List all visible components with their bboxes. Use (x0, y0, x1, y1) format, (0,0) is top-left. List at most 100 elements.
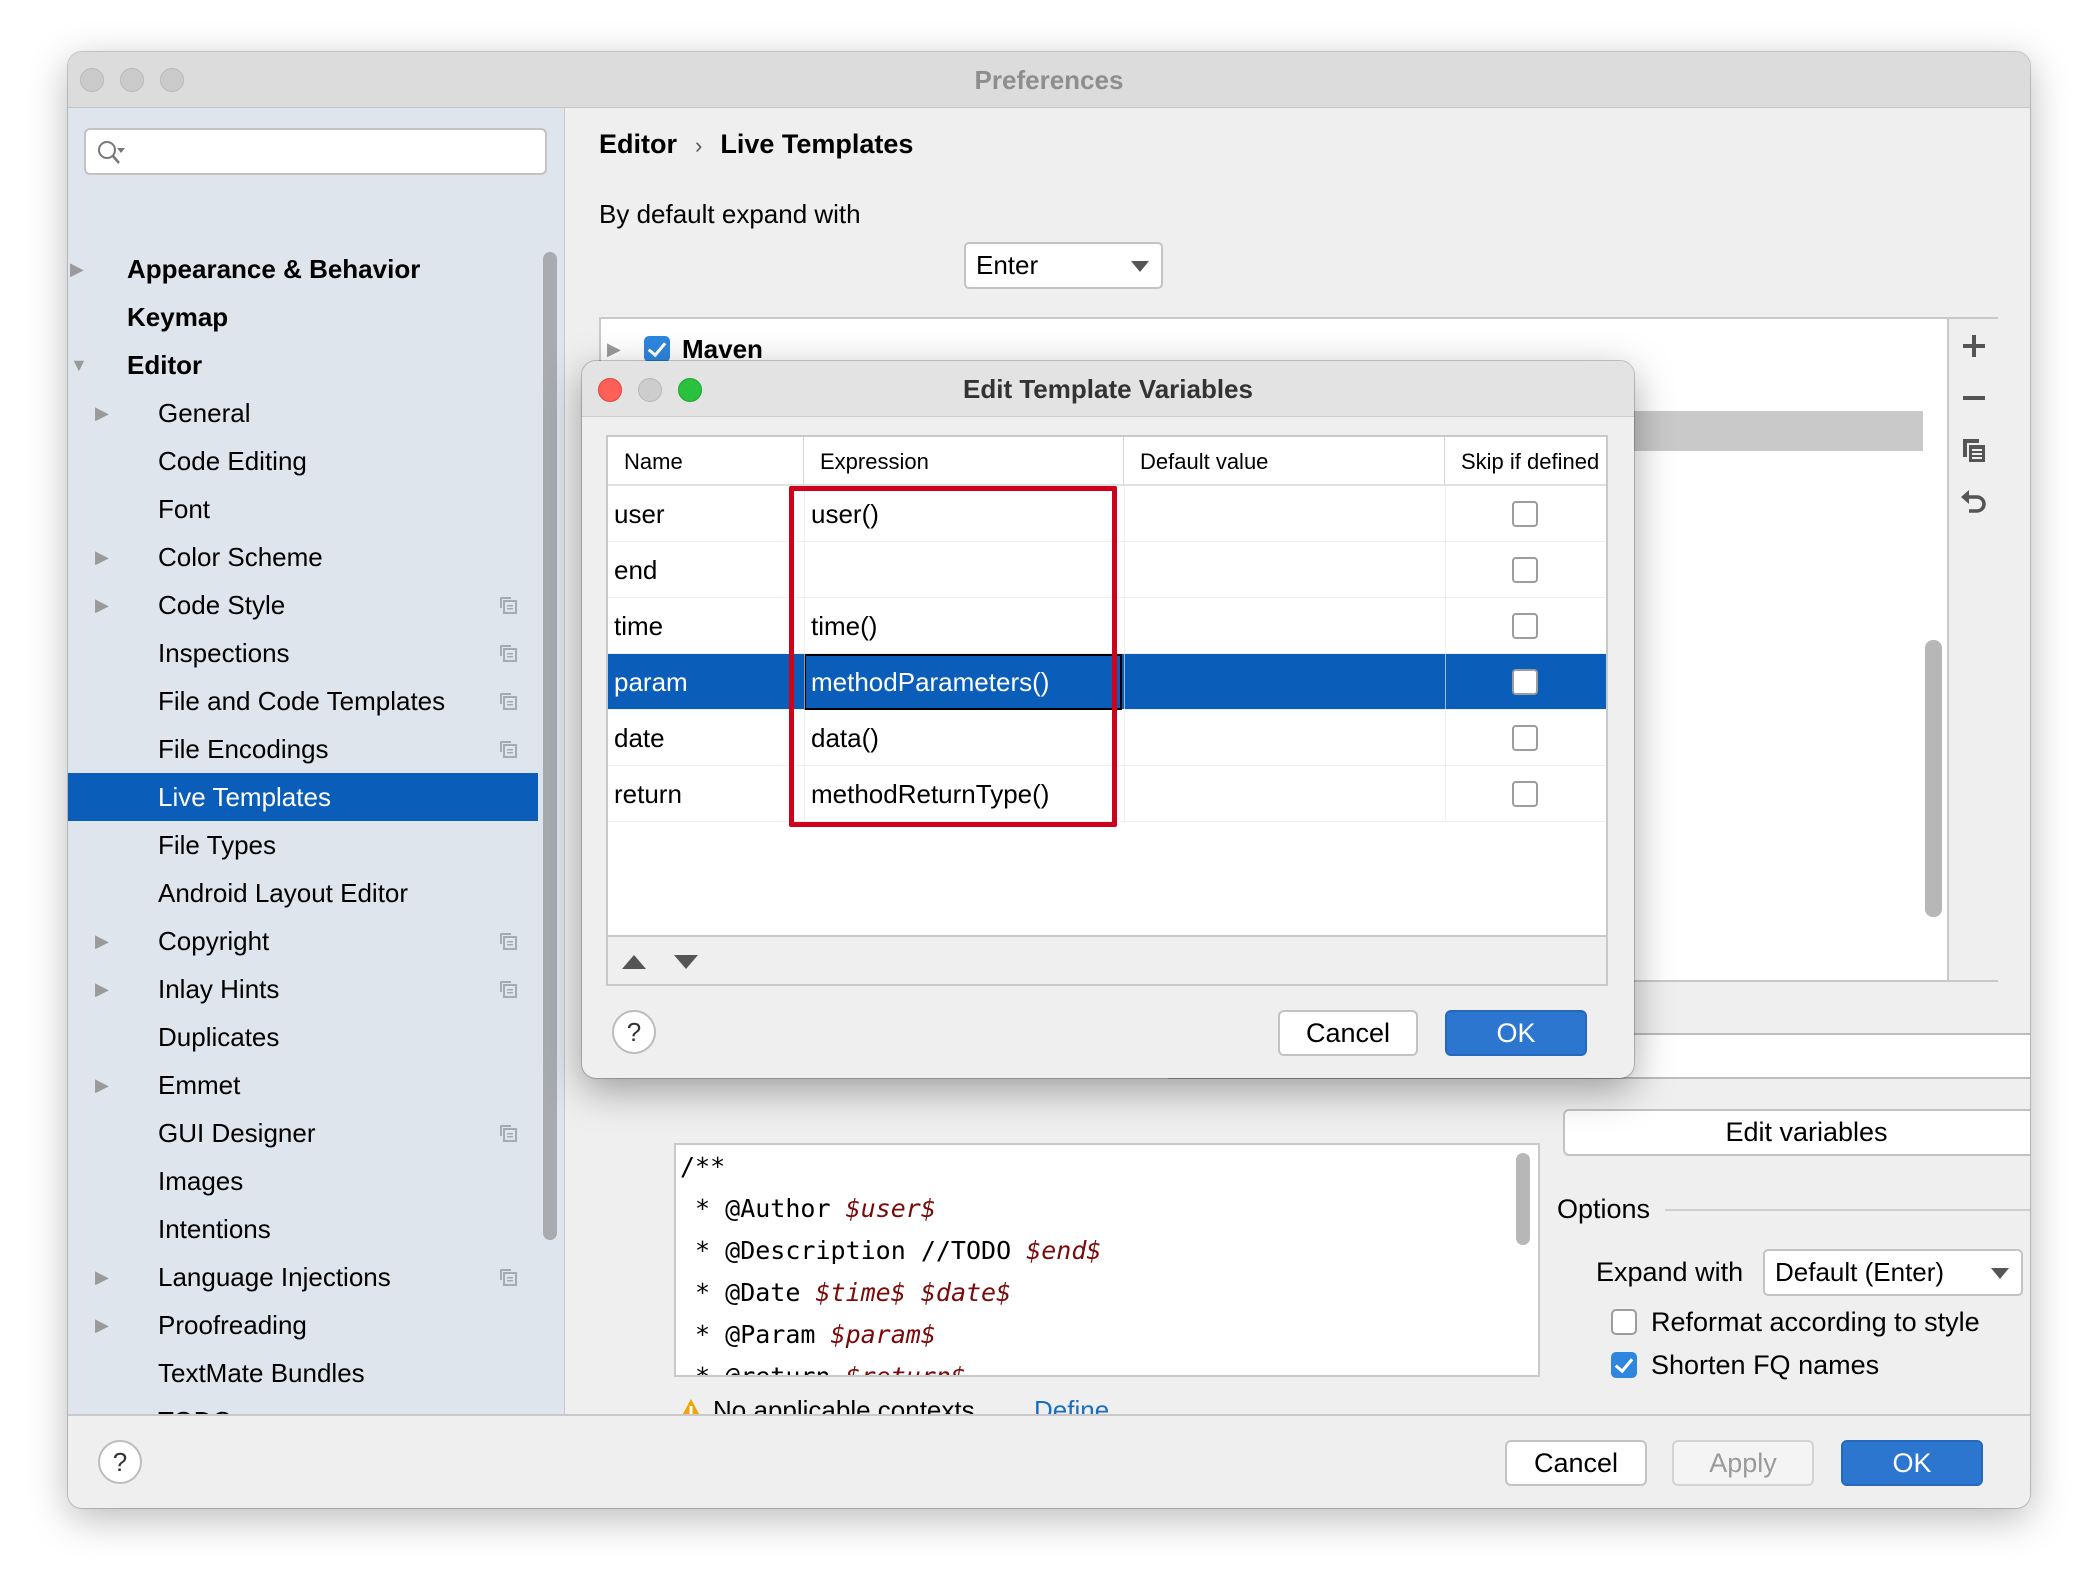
default-expand-dropdown[interactable]: Enter (964, 242, 1163, 289)
sidebar-item-file-types[interactable]: File Types (68, 821, 538, 869)
expand-right-icon[interactable]: ▶ (95, 917, 109, 965)
ok-button[interactable]: OK (1841, 1440, 1983, 1486)
expand-right-icon[interactable]: ▶ (95, 389, 109, 437)
sidebar-item-inspections[interactable]: Inspections (68, 629, 538, 677)
column-header-expression[interactable]: Expression (804, 437, 1124, 486)
skip-if-defined-checkbox[interactable] (1512, 781, 1538, 807)
variable-name-cell[interactable]: end (614, 542, 657, 598)
template-group-checkbox[interactable] (644, 336, 670, 362)
variable-name-cell[interactable]: time (614, 598, 663, 654)
sidebar-item-font[interactable]: Font (68, 485, 538, 533)
sidebar-item-proofreading[interactable]: ▶ Proofreading (68, 1301, 538, 1349)
expand-down-icon[interactable]: ▼ (70, 341, 88, 389)
cancel-button[interactable]: Cancel (1505, 1440, 1647, 1486)
variable-name-cell[interactable]: user (614, 486, 665, 542)
project-level-icon (500, 693, 517, 710)
sidebar-item-code-editing[interactable]: Code Editing (68, 437, 538, 485)
add-icon[interactable] (1957, 329, 1991, 363)
sidebar-item-label: TODO (158, 1397, 233, 1414)
skip-if-defined-checkbox[interactable] (1512, 501, 1538, 527)
column-divider (1445, 710, 1446, 766)
expand-right-icon[interactable]: ▶ (70, 245, 84, 293)
sidebar-item-keymap[interactable]: Keymap (68, 293, 538, 341)
project-level-icon (500, 597, 517, 614)
template-text-editor[interactable]: /** * @Author $user$ * @Description //TO… (674, 1143, 1540, 1377)
settings-sidebar: ▶ Appearance & Behavior Keymap ▼ Editor ▶ Gene… (68, 108, 565, 1414)
sidebar-item-label: File and Code Templates (158, 686, 446, 716)
expand-right-icon[interactable]: ▶ (95, 1301, 109, 1349)
breadcrumb-live-templates: Live Templates (720, 129, 914, 159)
column-header-default-value[interactable]: Default value (1124, 437, 1445, 486)
sidebar-item-label: File Types (158, 830, 277, 860)
variable-row-time[interactable]: time time() (608, 598, 1606, 654)
sidebar-item-todo[interactable]: TODO (68, 1397, 538, 1414)
variable-row-param[interactable]: param methodParameters() (608, 654, 1606, 710)
sidebar-item-live-templates[interactable]: Live Templates (68, 773, 538, 821)
skip-if-defined-checkbox[interactable] (1512, 557, 1538, 583)
sidebar-item-textmate-bundles[interactable]: TextMate Bundles (68, 1349, 538, 1397)
sidebar-item-appearance-behavior[interactable]: ▶ Appearance & Behavior (68, 245, 538, 293)
skip-if-defined-checkbox[interactable] (1512, 613, 1538, 639)
expand-right-icon[interactable]: ▶ (95, 581, 109, 629)
variable-row-end[interactable]: end (608, 542, 1606, 598)
sidebar-item-code-style[interactable]: ▶ Code Style (68, 581, 538, 629)
sidebar-item-gui-designer[interactable]: GUI Designer (68, 1109, 538, 1157)
sidebar-item-duplicates[interactable]: Duplicates (68, 1013, 538, 1061)
column-divider (804, 766, 805, 822)
variable-expression-cell[interactable]: data() (811, 710, 879, 766)
copy-icon[interactable] (1957, 433, 1991, 467)
undo-icon[interactable] (1957, 485, 1991, 519)
dialog-cancel-button[interactable]: Cancel (1278, 1010, 1418, 1056)
dialog-ok-button[interactable]: OK (1445, 1010, 1587, 1056)
variable-expression-cell[interactable]: methodReturnType() (811, 766, 1049, 822)
template-list-scrollbar[interactable] (1925, 640, 1942, 917)
sidebar-item-editor[interactable]: ▼ Editor (68, 341, 538, 389)
sidebar-item-images[interactable]: Images (68, 1157, 538, 1205)
variable-row-user[interactable]: user user() (608, 486, 1606, 542)
sidebar-item-android-layout-editor[interactable]: Android Layout Editor (68, 869, 538, 917)
expand-right-icon[interactable]: ▶ (95, 965, 109, 1013)
sidebar-item-general[interactable]: ▶ General (68, 389, 538, 437)
sidebar-item-inlay-hints[interactable]: ▶ Inlay Hints (68, 965, 538, 1013)
sidebar-item-language-injections[interactable]: ▶ Language Injections (68, 1253, 538, 1301)
edit-variables-button[interactable]: Edit variables (1563, 1109, 2030, 1156)
expand-with-dropdown[interactable]: Default (Enter) (1763, 1249, 2023, 1296)
dialog-help-button[interactable]: ? (612, 1010, 656, 1054)
skip-if-defined-checkbox[interactable] (1512, 669, 1538, 695)
breadcrumb-editor[interactable]: Editor (599, 129, 677, 159)
column-header-name[interactable]: Name (608, 437, 804, 486)
variable-row-date[interactable]: date data() (608, 710, 1606, 766)
variable-expression-cell[interactable]: methodParameters() (811, 654, 1049, 710)
shorten-fq-checkbox[interactable] (1611, 1352, 1637, 1378)
remove-icon[interactable] (1957, 381, 1991, 415)
sidebar-item-file-encodings[interactable]: File Encodings (68, 725, 538, 773)
sidebar-scrollbar[interactable] (543, 252, 557, 1240)
sidebar-item-copyright[interactable]: ▶ Copyright (68, 917, 538, 965)
variable-row-return[interactable]: return methodReturnType() (608, 766, 1606, 822)
skip-if-defined-checkbox[interactable] (1512, 725, 1538, 751)
sidebar-item-color-scheme[interactable]: ▶ Color Scheme (68, 533, 538, 581)
expand-right-icon[interactable]: ▶ (95, 1061, 109, 1109)
sidebar-item-label: Proofreading (158, 1310, 307, 1340)
template-text-scrollbar[interactable] (1516, 1153, 1530, 1245)
expand-right-icon[interactable]: ▶ (95, 1253, 109, 1301)
settings-search-input[interactable] (84, 128, 547, 175)
variable-name-cell[interactable]: return (614, 766, 682, 822)
help-button[interactable]: ? (98, 1440, 142, 1484)
move-down-icon[interactable] (674, 955, 698, 969)
sidebar-item-intentions[interactable]: Intentions (68, 1205, 538, 1253)
reformat-checkbox[interactable] (1611, 1309, 1637, 1335)
chevron-down-icon (1991, 1267, 2009, 1279)
column-divider (1445, 598, 1446, 654)
sidebar-item-file-and-code-templates[interactable]: File and Code Templates (68, 677, 538, 725)
project-level-icon (500, 1125, 517, 1142)
apply-button[interactable]: Apply (1672, 1440, 1814, 1486)
variable-expression-cell[interactable]: user() (811, 486, 879, 542)
move-up-icon[interactable] (622, 955, 646, 969)
column-header-skip-if-defined[interactable]: Skip if defined (1445, 437, 1606, 486)
variable-name-cell[interactable]: param (614, 654, 688, 710)
sidebar-item-emmet[interactable]: ▶ Emmet (68, 1061, 538, 1109)
variable-name-cell[interactable]: date (614, 710, 665, 766)
expand-right-icon[interactable]: ▶ (95, 533, 109, 581)
variable-expression-cell[interactable]: time() (811, 598, 877, 654)
